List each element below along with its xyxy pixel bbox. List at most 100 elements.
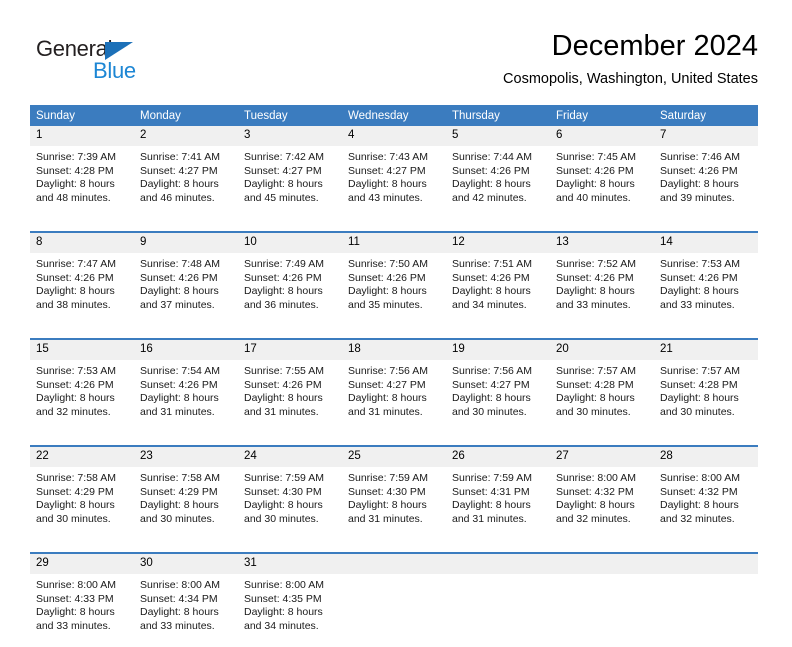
sunrise-text: Sunrise: 7:53 AM [660,258,740,270]
calendar-day-cell[interactable]: 1 Sunrise: 7:39 AM Sunset: 4:28 PM Daylight… [30,126,134,219]
day-details: Sunrise: 7:43 AM Sunset: 4:27 PM Daylight:… [342,146,446,219]
day-details: Sunrise: 7:51 AM Sunset: 4:26 PM Daylight:… [446,253,550,326]
day-number: 4 [342,126,446,146]
calendar-page: General Blue December 2024 Cosmopolis, W… [0,0,792,647]
sunset-text: Sunset: 4:26 PM [36,271,114,284]
sunrise-text: Sunrise: 8:00 AM [244,579,324,591]
day-details: Sunrise: 8:00 AM Sunset: 4:35 PM Daylight:… [238,574,342,647]
sunset-text: Sunset: 4:26 PM [36,378,114,391]
day-details: Sunrise: 7:53 AM Sunset: 4:26 PM Daylight:… [30,360,134,433]
calendar-day-cell[interactable]: 19 Sunrise: 7:56 AM Sunset: 4:27 PM Dayligh… [446,338,550,433]
calendar-day-cell[interactable]: 6 Sunrise: 7:45 AM Sunset: 4:26 PM Daylight… [550,126,654,219]
daylight-text-line2: and 31 minutes. [348,405,423,418]
calendar-day-cell[interactable]: 13 Sunrise: 7:52 AM Sunset: 4:26 PM Dayligh… [550,231,654,326]
sunset-text: Sunset: 4:26 PM [244,271,322,284]
day-details: Sunrise: 8:00 AM Sunset: 4:34 PM Daylight:… [134,574,238,647]
calendar-day-cell[interactable]: 15 Sunrise: 7:53 AM Sunset: 4:26 PM Dayligh… [30,338,134,433]
calendar-day-cell[interactable]: 14 Sunrise: 7:53 AM Sunset: 4:26 PM Dayligh… [654,231,758,326]
daylight-text-line2: and 33 minutes. [140,619,215,632]
calendar-day-cell[interactable]: 30 Sunrise: 8:00 AM Sunset: 4:34 PM Dayligh… [134,552,238,647]
calendar-day-cell[interactable]: 8 Sunrise: 7:47 AM Sunset: 4:26 PM Daylight… [30,231,134,326]
page-subtitle: Cosmopolis, Washington, United States [503,71,758,87]
page-header: General Blue December 2024 Cosmopolis, W… [34,28,758,96]
daylight-text-line2: and 32 minutes. [660,512,735,525]
calendar-day-cell[interactable]: 28 Sunrise: 8:00 AM Sunset: 4:32 PM Dayligh… [654,445,758,540]
calendar-day-cell[interactable]: 3 Sunrise: 7:42 AM Sunset: 4:27 PM Daylight… [238,126,342,219]
day-details: Sunrise: 7:42 AM Sunset: 4:27 PM Daylight:… [238,146,342,219]
calendar-day-cell[interactable]: 10 Sunrise: 7:49 AM Sunset: 4:26 PM Dayligh… [238,231,342,326]
sunset-text [452,593,544,607]
day-number: 11 [342,233,446,253]
sunrise-text: Sunrise: 7:53 AM [36,365,116,377]
day-details: Sunrise: 7:53 AM Sunset: 4:26 PM Daylight:… [654,253,758,326]
daylight-text-line1: Daylight: 8 hours [452,178,531,191]
calendar-day-cell[interactable]: 9 Sunrise: 7:48 AM Sunset: 4:26 PM Daylight… [134,231,238,326]
calendar-day-cell[interactable]: 25 Sunrise: 7:59 AM Sunset: 4:30 PM Dayligh… [342,445,446,540]
sunrise-text: Sunrise: 8:00 AM [556,472,636,484]
weekday-header-saturday: Saturday [654,105,758,126]
calendar-day-cell[interactable]: 16 Sunrise: 7:54 AM Sunset: 4:26 PM Dayligh… [134,338,238,433]
calendar-day-cell[interactable]: 7 Sunrise: 7:46 AM Sunset: 4:26 PM Daylight… [654,126,758,219]
sunrise-text: Sunrise: 7:59 AM [452,472,532,484]
calendar-day-cell[interactable]: 23 Sunrise: 7:58 AM Sunset: 4:29 PM Dayligh… [134,445,238,540]
calendar-day-cell[interactable]: 5 Sunrise: 7:44 AM Sunset: 4:26 PM Daylight… [446,126,550,219]
calendar-day-cell[interactable]: 12 Sunrise: 7:51 AM Sunset: 4:26 PM Dayligh… [446,231,550,326]
sunset-text: Sunset: 4:30 PM [348,485,426,498]
calendar-day-cell-empty [342,552,446,647]
sunrise-text: Sunrise: 8:00 AM [660,472,740,484]
sunset-text: Sunset: 4:31 PM [452,485,530,498]
daylight-text-line1: Daylight: 8 hours [140,392,219,405]
sunrise-text: Sunrise: 7:50 AM [348,258,428,270]
day-number: 2 [134,126,238,146]
calendar-day-cell[interactable]: 24 Sunrise: 7:59 AM Sunset: 4:30 PM Dayligh… [238,445,342,540]
sunset-text: Sunset: 4:28 PM [660,378,738,391]
day-number: 14 [654,233,758,253]
calendar-day-cell[interactable]: 22 Sunrise: 7:58 AM Sunset: 4:29 PM Dayligh… [30,445,134,540]
calendar-day-cell[interactable]: 26 Sunrise: 7:59 AM Sunset: 4:31 PM Dayligh… [446,445,550,540]
sunset-text: Sunset: 4:26 PM [348,271,426,284]
daylight-text-line2: and 33 minutes. [36,619,111,632]
calendar-day-cell[interactable]: 4 Sunrise: 7:43 AM Sunset: 4:27 PM Daylight… [342,126,446,219]
daylight-text-line2: and 34 minutes. [244,619,319,632]
page-title: December 2024 [551,30,758,62]
calendar-day-cell[interactable]: 27 Sunrise: 8:00 AM Sunset: 4:32 PM Dayligh… [550,445,654,540]
day-number: 1 [30,126,134,146]
calendar-day-cell[interactable]: 29 Sunrise: 8:00 AM Sunset: 4:33 PM Dayligh… [30,552,134,647]
sunrise-text: Sunrise: 7:42 AM [244,151,324,163]
sunrise-text: Sunrise: 7:47 AM [36,258,116,270]
calendar-day-cell[interactable]: 21 Sunrise: 7:57 AM Sunset: 4:28 PM Dayligh… [654,338,758,433]
calendar-day-cell[interactable]: 20 Sunrise: 7:57 AM Sunset: 4:28 PM Dayligh… [550,338,654,433]
daylight-text-line2: and 34 minutes. [452,298,527,311]
sunrise-text: Sunrise: 7:43 AM [348,151,428,163]
calendar-day-cell[interactable]: 31 Sunrise: 8:00 AM Sunset: 4:35 PM Dayligh… [238,552,342,647]
daylight-text-line1: Daylight: 8 hours [348,499,427,512]
daylight-text-line1: Daylight: 8 hours [348,392,427,405]
calendar-week-row: 22 Sunrise: 7:58 AM Sunset: 4:29 PM Dayligh… [30,445,758,540]
sunset-text: Sunset: 4:28 PM [556,378,634,391]
weekday-header-wednesday: Wednesday [342,105,446,126]
daylight-text-line1: Daylight: 8 hours [244,178,323,191]
day-details [446,574,550,647]
day-number [446,554,550,574]
daylight-text-line2: and 30 minutes. [660,405,735,418]
calendar-day-cell[interactable]: 17 Sunrise: 7:55 AM Sunset: 4:26 PM Dayligh… [238,338,342,433]
week-spacer [30,540,758,553]
daylight-text-line2: and 46 minutes. [140,191,215,204]
calendar-week-row: 1 Sunrise: 7:39 AM Sunset: 4:28 PM Daylight… [30,126,758,219]
sunrise-text: Sunrise: 7:57 AM [556,365,636,377]
daylight-text-line1: Daylight: 8 hours [452,285,531,298]
day-details: Sunrise: 8:00 AM Sunset: 4:33 PM Daylight:… [30,574,134,647]
calendar-day-cell[interactable]: 11 Sunrise: 7:50 AM Sunset: 4:26 PM Dayligh… [342,231,446,326]
sunrise-text: Sunrise: 7:54 AM [140,365,220,377]
sunrise-text: Sunrise: 8:00 AM [36,579,116,591]
title-block: December 2024 Cosmopolis, Washington, Un… [503,28,758,90]
sunrise-text: Sunrise: 7:48 AM [140,258,220,270]
calendar-day-cell[interactable]: 18 Sunrise: 7:56 AM Sunset: 4:27 PM Dayligh… [342,338,446,433]
sunset-text: Sunset: 4:26 PM [556,164,634,177]
calendar-day-cell[interactable]: 2 Sunrise: 7:41 AM Sunset: 4:27 PM Daylight… [134,126,238,219]
day-details: Sunrise: 7:57 AM Sunset: 4:28 PM Daylight:… [550,360,654,433]
day-number: 9 [134,233,238,253]
logo-text-blue: Blue [93,58,136,83]
day-number: 10 [238,233,342,253]
day-details: Sunrise: 7:59 AM Sunset: 4:30 PM Daylight:… [238,467,342,540]
